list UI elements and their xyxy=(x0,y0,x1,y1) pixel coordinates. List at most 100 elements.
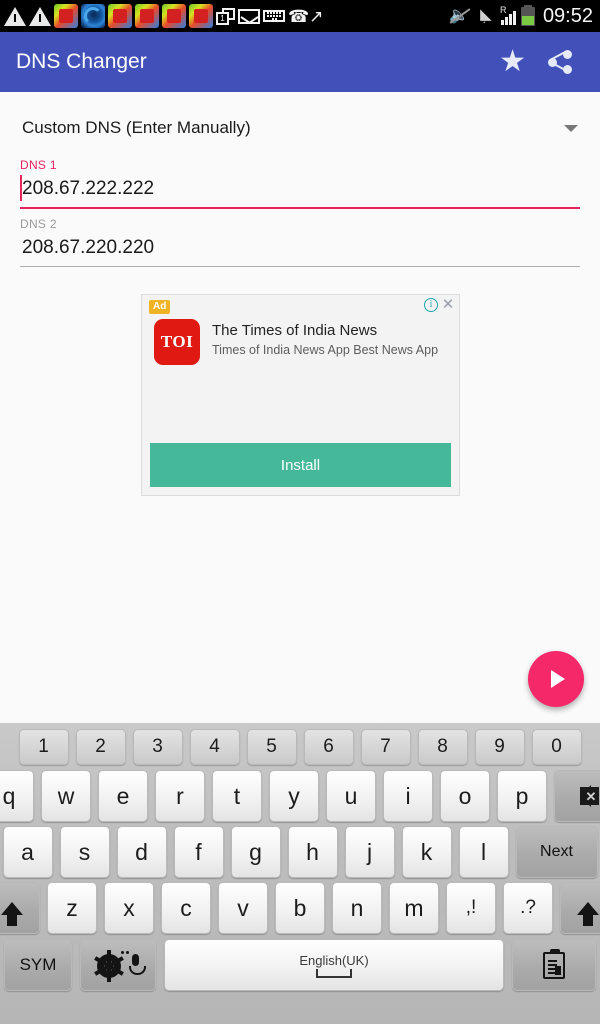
key-f[interactable]: f xyxy=(173,826,224,878)
app-notification-icon xyxy=(162,4,186,28)
key-3[interactable]: 3 xyxy=(132,729,183,765)
shift-key-right[interactable] xyxy=(560,882,600,934)
advertisement-banner[interactable]: Ad i ✕ TOI The Times of India News Times… xyxy=(141,294,460,496)
dns1-input[interactable]: 208.67.222.222 xyxy=(20,172,580,209)
key-1[interactable]: 1 xyxy=(18,729,69,765)
key-period-question[interactable]: .? xyxy=(503,882,553,934)
shift-up-icon xyxy=(577,901,599,926)
key-e[interactable]: e xyxy=(98,770,148,822)
clipboard-icon xyxy=(543,948,565,979)
close-icon[interactable]: ✕ xyxy=(441,297,455,312)
key-i[interactable]: i xyxy=(383,770,433,822)
key-7[interactable]: 7 xyxy=(360,729,411,765)
space-bar-icon xyxy=(316,968,352,978)
ad-body: TOI The Times of India News Times of Ind… xyxy=(154,319,449,365)
page-title: DNS Changer xyxy=(16,50,147,73)
ad-badge: Ad xyxy=(149,300,171,314)
star-icon[interactable]: ★ xyxy=(499,47,526,77)
signal-icon: R xyxy=(499,5,516,25)
key-a[interactable]: a xyxy=(2,826,53,878)
key-comma-exclaim[interactable]: ,! xyxy=(446,882,496,934)
key-l[interactable]: l xyxy=(458,826,509,878)
key-0[interactable]: 0 xyxy=(531,729,582,765)
clipboard-key[interactable] xyxy=(512,939,596,991)
gear-mic-icon xyxy=(94,949,146,982)
app-bar: DNS Changer ★ xyxy=(0,32,600,92)
shift-key-left[interactable] xyxy=(0,882,40,934)
wifi-icon: ◣ ↕ xyxy=(480,6,492,25)
key-d[interactable]: d xyxy=(116,826,167,878)
play-icon xyxy=(551,670,565,688)
ad-controls: i ✕ xyxy=(424,297,455,312)
dns1-field[interactable]: DNS 1 208.67.222.222 xyxy=(0,158,600,209)
app-spiral-icon xyxy=(81,4,105,28)
chevron-down-icon xyxy=(564,124,578,132)
key-y[interactable]: y xyxy=(269,770,319,822)
keyboard-icon xyxy=(263,10,285,22)
key-k[interactable]: k xyxy=(401,826,452,878)
clock-label: 09:52 xyxy=(542,4,593,27)
ad-title: The Times of India News xyxy=(212,322,378,339)
key-c[interactable]: c xyxy=(161,882,211,934)
start-dns-button[interactable] xyxy=(528,651,584,707)
space-language-label: English(UK) xyxy=(299,952,369,968)
key-b[interactable]: b xyxy=(275,882,325,934)
key-g[interactable]: g xyxy=(230,826,281,878)
keyboard-row-home: a s d f g h j k l Next xyxy=(2,826,598,878)
key-8[interactable]: 8 xyxy=(417,729,468,765)
app-notification-icon xyxy=(135,4,159,28)
next-key[interactable]: Next xyxy=(515,826,598,878)
key-q[interactable]: q xyxy=(0,770,34,822)
warning-triangle-icon xyxy=(29,6,51,26)
shift-up-icon xyxy=(1,901,23,926)
phone-screen: 1 ☎↗ 🔈 ◣ ↕ R 09:52 DNS Changer ★ Custom … xyxy=(0,0,600,1024)
ad-app-logo: TOI xyxy=(154,319,200,365)
keyboard-row-function: SYM English(UK) xyxy=(4,939,596,991)
dns2-label: DNS 2 xyxy=(20,217,57,231)
key-j[interactable]: j xyxy=(344,826,395,878)
key-v[interactable]: v xyxy=(218,882,268,934)
app-notification-icon xyxy=(189,4,213,28)
key-u[interactable]: u xyxy=(326,770,376,822)
symbols-key[interactable]: SYM xyxy=(4,939,72,991)
backspace-icon: ✕ xyxy=(579,785,599,807)
dns2-input[interactable]: 208.67.220.220 xyxy=(20,231,580,267)
mute-icon: 🔈 xyxy=(449,7,471,25)
dns1-label: DNS 1 xyxy=(20,158,57,172)
key-9[interactable]: 9 xyxy=(474,729,525,765)
space-key[interactable]: English(UK) xyxy=(164,939,504,991)
battery-icon xyxy=(520,4,535,26)
key-2[interactable]: 2 xyxy=(75,729,126,765)
call-forward-icon: ☎↗ xyxy=(288,6,324,26)
key-w[interactable]: w xyxy=(41,770,91,822)
backspace-key[interactable]: ✕ xyxy=(554,770,600,822)
info-icon[interactable]: i xyxy=(424,298,438,312)
dns2-field[interactable]: DNS 2 208.67.220.220 xyxy=(0,217,600,267)
ad-install-button[interactable]: Install xyxy=(150,443,451,487)
key-o[interactable]: o xyxy=(440,770,490,822)
status-bar: 1 ☎↗ 🔈 ◣ ↕ R 09:52 xyxy=(0,0,600,32)
key-p[interactable]: p xyxy=(497,770,547,822)
settings-key[interactable] xyxy=(80,939,156,991)
key-z[interactable]: z xyxy=(47,882,97,934)
share-icon[interactable] xyxy=(548,49,574,75)
dns-mode-spinner[interactable]: Custom DNS (Enter Manually) xyxy=(0,106,600,150)
key-6[interactable]: 6 xyxy=(303,729,354,765)
tabs-icon: 1 xyxy=(216,7,235,25)
key-4[interactable]: 4 xyxy=(189,729,240,765)
key-x[interactable]: x xyxy=(104,882,154,934)
key-m[interactable]: m xyxy=(389,882,439,934)
keyboard-row-top: q w e r t y u i o p ✕ xyxy=(0,770,600,822)
key-r[interactable]: r xyxy=(155,770,205,822)
roaming-label: R xyxy=(499,5,507,15)
keyboard-row-numbers: 1 2 3 4 5 6 7 8 9 0 xyxy=(4,729,596,765)
key-h[interactable]: h xyxy=(287,826,338,878)
app-bar-actions: ★ xyxy=(499,47,600,77)
ad-text: The Times of India News Times of India N… xyxy=(212,319,438,365)
key-5[interactable]: 5 xyxy=(246,729,297,765)
key-n[interactable]: n xyxy=(332,882,382,934)
key-t[interactable]: t xyxy=(212,770,262,822)
on-screen-keyboard: 1 2 3 4 5 6 7 8 9 0 q w e r t y u i o p … xyxy=(0,723,600,1024)
ad-subtitle: Times of India News App Best News App xyxy=(212,343,439,357)
key-s[interactable]: s xyxy=(59,826,110,878)
